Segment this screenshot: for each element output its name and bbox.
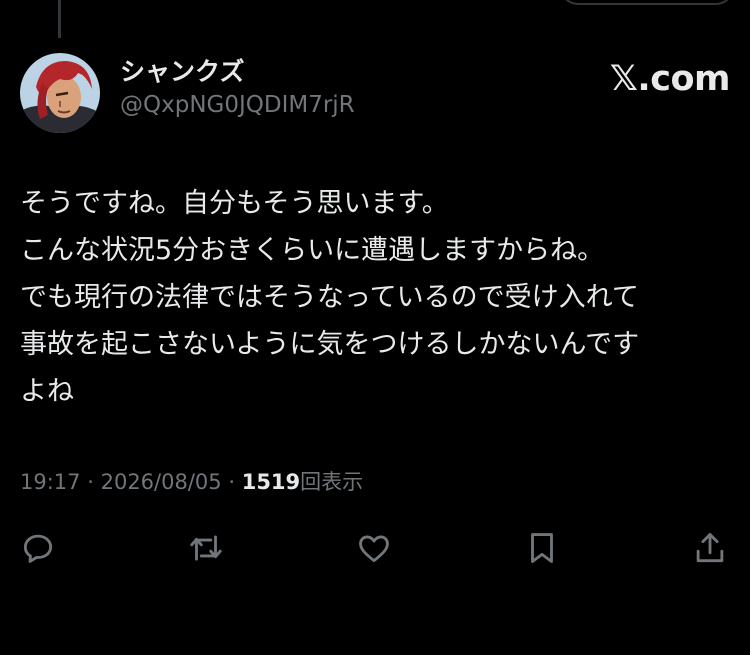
view-count-label: 回表示 — [300, 470, 364, 494]
post-text-line: でも現行の法律ではそうなっているので受け入れて — [20, 282, 639, 313]
avatar-image — [20, 53, 100, 133]
previous-post-card-edge — [560, 0, 734, 5]
x-logo-watermark: 𝕏.com — [609, 59, 731, 99]
bookmark-icon — [531, 533, 553, 563]
post-date[interactable]: 2026/08/05 — [101, 470, 222, 494]
action-bar — [0, 526, 750, 570]
share-button[interactable] — [688, 526, 732, 570]
view-count: 1519 — [241, 470, 301, 494]
reply-icon — [23, 534, 53, 563]
post-time[interactable]: 19:17 — [20, 470, 81, 494]
share-icon — [696, 533, 724, 563]
like-icon — [359, 535, 389, 563]
avatar[interactable] — [20, 53, 100, 133]
reply-button[interactable] — [16, 526, 60, 570]
display-name[interactable]: シャンクズ — [120, 56, 355, 88]
post-header: シャンクズ @QxpNG0JQDIM7rjR 𝕏.com — [20, 53, 731, 133]
post-text-line: 事故を起こさないように気をつけるしかないんです — [20, 329, 640, 360]
like-button[interactable] — [352, 526, 396, 570]
post-text: そうですね。自分もそう思います。 こんな状況5分おきくらいに遭遇しますからね。 … — [20, 180, 730, 415]
meta-separator: · — [87, 470, 94, 494]
user-handle[interactable]: @QxpNG0JQDIM7rjR — [120, 88, 355, 122]
bookmark-button[interactable] — [520, 526, 564, 570]
repost-button[interactable] — [184, 526, 228, 570]
author-names: シャンクズ @QxpNG0JQDIM7rjR — [120, 56, 355, 122]
post-metadata: 19:17 · 2026/08/05 · 1519回表示 — [20, 467, 363, 497]
thread-connector-line — [58, 0, 61, 38]
meta-separator: · — [228, 470, 236, 494]
repost-icon — [190, 535, 222, 561]
post-text-line: こんな状況5分おきくらいに遭遇しますからね。 — [20, 235, 605, 266]
post-text-line: よね — [20, 376, 74, 407]
post-text-line: そうですね。自分もそう思います。 — [20, 188, 449, 219]
